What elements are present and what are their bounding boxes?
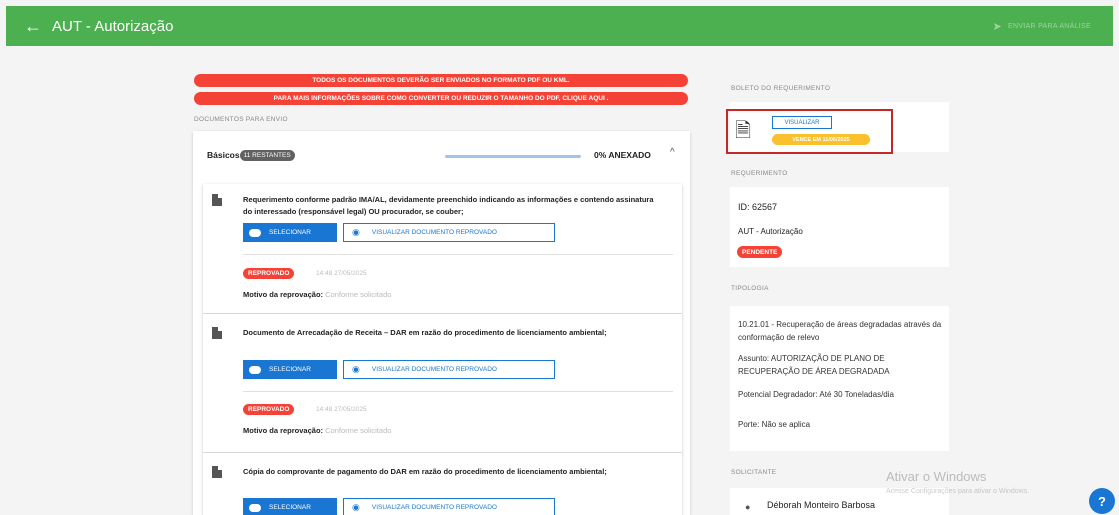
- eye-icon: ◉: [352, 227, 360, 237]
- document-list: Requerimento conforme padrão IMA/AL, dev…: [203, 184, 682, 515]
- help-button[interactable]: ?: [1089, 488, 1115, 514]
- document-icon: [212, 466, 222, 478]
- documents-card: Básicos 11 RESTANTES 0% ANEXADO ^ Requer…: [193, 131, 690, 515]
- document-title: Documento de Arrecadação de Receita – DA…: [243, 328, 607, 337]
- tipologia-code: 10.21.01 - Recuperação de áreas degradad…: [738, 320, 942, 342]
- collapse-chevron-icon[interactable]: ^: [670, 147, 675, 158]
- boleto-section-label: BOLETO DO REQUERIMENTO: [731, 85, 831, 92]
- rejection-reason-label: Motivo da reprovação:: [243, 290, 324, 299]
- remaining-badge: 11 RESTANTES: [239, 149, 295, 161]
- solicitante-section-label: SOLICITANTE: [731, 469, 777, 476]
- rejection-reason-label: Motivo da reprovação:: [243, 426, 324, 435]
- highlight-box: [726, 109, 893, 154]
- send-icon: ➤: [992, 20, 1002, 33]
- select-label: SELECIONAR: [269, 366, 311, 373]
- group-label: Básicos: [207, 150, 240, 160]
- pdf-format-banner: TODOS OS DOCUMENTOS DEVERÃO SER ENVIADOS…: [194, 74, 688, 87]
- back-arrow-icon[interactable]: ←: [14, 16, 52, 37]
- document-item: Requerimento conforme padrão IMA/AL, dev…: [203, 184, 682, 301]
- document-title: Cópia do comprovante de pagamento do DAR…: [243, 467, 607, 476]
- document-icon: [212, 327, 222, 339]
- status-badge: REPROVADO: [243, 268, 295, 279]
- divider: [243, 391, 673, 392]
- view-rejected-document-button[interactable]: ◉ VISUALIZAR DOCUMENTO REPROVADO: [343, 360, 555, 379]
- document-item: Documento de Arrecadação de Receita – DA…: [203, 321, 682, 441]
- status-date: 14:48 27/05/2025: [316, 270, 367, 277]
- windows-activation-title: Ativar o Windows: [886, 469, 987, 484]
- upload-progress-bar: [445, 155, 581, 158]
- view-rejected-document-button[interactable]: ◉ VISUALIZAR DOCUMENTO REPROVADO: [343, 498, 555, 515]
- send-for-analysis-label: ENVIAR PARA ANÁLISE: [1008, 22, 1091, 30]
- eye-icon: ◉: [352, 364, 360, 374]
- send-for-analysis-button[interactable]: ➤ ENVIAR PARA ANÁLISE: [984, 14, 1099, 38]
- document-item: Cópia do comprovante de pagamento do DAR…: [203, 460, 682, 515]
- document-title: Requerimento conforme padrão IMA/AL, dev…: [243, 195, 654, 216]
- rejection-reason-value: Conforme solicitado: [325, 290, 392, 299]
- rejection-reason: Motivo da reprovação: Conforme solicitad…: [243, 290, 391, 299]
- person-icon: ●: [745, 502, 751, 512]
- tipologia-potencial: Potencial Degradador: Até 30 Toneladas/d…: [738, 390, 894, 399]
- select-label: SELECIONAR: [269, 504, 311, 511]
- item-divider: [203, 452, 682, 453]
- request-type: AUT - Autorização: [738, 227, 803, 236]
- rejection-reason-value: Conforme solicitado: [325, 426, 392, 435]
- item-divider: [203, 313, 682, 314]
- tipologia-card: 10.21.01 - Recuperação de áreas degradad…: [730, 306, 949, 451]
- more-info-banner[interactable]: PARA MAIS INFORMAÇÕES SOBRE COMO CONVERT…: [194, 92, 688, 105]
- select-file-button[interactable]: SELECIONAR: [243, 223, 337, 242]
- tipologia-assunto: Assunto: AUTORIZAÇÃO DE PLANO DE RECUPER…: [738, 354, 890, 376]
- view-rejected-label: VISUALIZAR DOCUMENTO REPROVADO: [371, 504, 497, 511]
- requerimento-section-label: REQUERIMENTO: [731, 170, 788, 177]
- request-id: ID: 62567: [738, 202, 778, 212]
- status-badge: PENDENTE: [737, 246, 783, 258]
- cloud-upload-icon: [249, 503, 261, 512]
- select-label: SELECIONAR: [269, 229, 311, 236]
- page-title: AUT - Autorização: [52, 17, 174, 35]
- tipologia-section-label: TIPOLOGIA: [731, 285, 769, 292]
- solicitante-name: Déborah Monteiro Barbosa: [767, 500, 876, 510]
- select-file-button[interactable]: SELECIONAR: [243, 498, 337, 515]
- documents-group-header[interactable]: Básicos 11 RESTANTES 0% ANEXADO ^: [193, 131, 690, 179]
- windows-activation-subtitle: Acesse Configurações para ativar o Windo…: [886, 488, 1030, 495]
- view-rejected-label: VISUALIZAR DOCUMENTO REPROVADO: [371, 229, 497, 236]
- document-icon: [212, 194, 222, 206]
- eye-icon: ◉: [352, 502, 360, 512]
- view-rejected-document-button[interactable]: ◉ VISUALIZAR DOCUMENTO REPROVADO: [343, 223, 555, 242]
- rejection-reason: Motivo da reprovação: Conforme solicitad…: [243, 426, 391, 435]
- status-date: 14:48 27/05/2025: [316, 406, 367, 413]
- app-bar: ← AUT - Autorização ➤ ENVIAR PARA ANÁLIS…: [6, 6, 1113, 46]
- select-file-button[interactable]: SELECIONAR: [243, 360, 337, 379]
- tipologia-porte: Porte: Não se aplica: [738, 420, 811, 429]
- status-badge: REPROVADO: [243, 404, 295, 415]
- progress-text: 0% ANEXADO: [594, 150, 651, 160]
- documents-section-label: DOCUMENTOS PARA ENVIO: [194, 116, 288, 123]
- requerimento-card: ID: 62567 AUT - Autorização PENDENTE: [730, 187, 949, 267]
- view-rejected-label: VISUALIZAR DOCUMENTO REPROVADO: [371, 366, 497, 373]
- cloud-upload-icon: [249, 365, 261, 374]
- divider: [243, 254, 673, 255]
- cloud-upload-icon: [249, 228, 261, 237]
